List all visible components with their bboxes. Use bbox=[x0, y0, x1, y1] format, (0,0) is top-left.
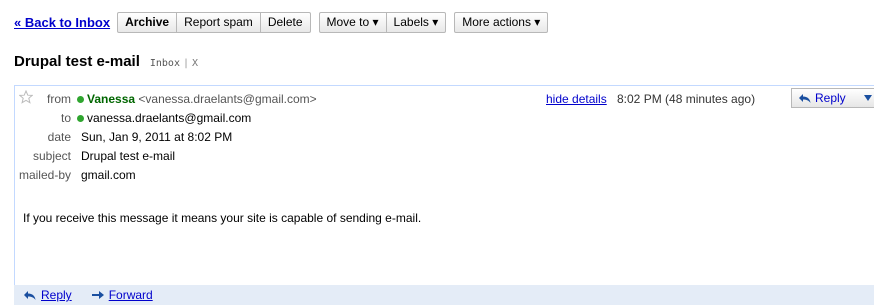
reply-button[interactable]: Reply bbox=[791, 88, 859, 108]
more-actions-group: More actions ▾ bbox=[454, 11, 549, 33]
forward-arrow-icon bbox=[91, 291, 104, 299]
label-remove-icon[interactable]: X bbox=[192, 58, 198, 69]
label-tag-separator: | bbox=[182, 58, 190, 69]
reply-arrow-icon bbox=[24, 290, 36, 300]
labels-button[interactable]: Labels ▾ bbox=[386, 11, 447, 33]
chevron-down-icon bbox=[863, 95, 872, 101]
action-button-group: Archive Report spam Delete bbox=[117, 11, 311, 33]
from-label: from bbox=[47, 92, 71, 106]
label-tag: Inbox | X bbox=[150, 58, 198, 69]
more-actions-button[interactable]: More actions ▾ bbox=[454, 11, 549, 33]
subject-value: Drupal test e-mail bbox=[81, 149, 176, 163]
to-label: to bbox=[60, 111, 71, 125]
recipient-email[interactable]: vanessa.draelants@gmail.com bbox=[87, 111, 251, 125]
conversation-toolbar: « Back to Inbox Archive Report spam Dele… bbox=[14, 11, 556, 33]
sender-name[interactable]: Vanessa bbox=[87, 92, 135, 106]
conversation-header: Drupal test e-mail Inbox | X bbox=[14, 53, 198, 70]
to-field: vanessa.draelants@gmail.com bbox=[77, 111, 251, 125]
from-field: Vanessa <vanessa.draelants@gmail.com> bbox=[77, 92, 317, 106]
reply-button-label: Reply bbox=[815, 91, 846, 105]
footer-reply[interactable]: Reply bbox=[23, 288, 72, 302]
message-body: If you receive this message it means you… bbox=[23, 211, 422, 225]
mailed-by-label: mailed-by bbox=[18, 168, 71, 182]
message-footer-bar: Reply Forward bbox=[14, 285, 874, 305]
date-label: date bbox=[47, 130, 71, 144]
presence-dot-icon bbox=[77, 115, 84, 122]
hide-details-link[interactable]: hide details bbox=[546, 92, 607, 106]
conversation-subject: Drupal test e-mail bbox=[14, 53, 140, 70]
label-button-group: Move to ▾ Labels ▾ bbox=[318, 11, 447, 33]
message-time: 8:02 PM (48 minutes ago) bbox=[617, 92, 756, 106]
reply-arrow-icon bbox=[799, 93, 811, 103]
subject-label: subject bbox=[32, 149, 71, 163]
report-spam-button[interactable]: Report spam bbox=[177, 11, 261, 33]
mailed-by-value: gmail.com bbox=[81, 168, 136, 182]
back-to-inbox-link[interactable]: « Back to Inbox bbox=[14, 15, 110, 30]
reply-options-button[interactable] bbox=[858, 88, 874, 108]
footer-forward-link[interactable]: Forward bbox=[109, 288, 153, 302]
move-to-button[interactable]: Move to ▾ bbox=[318, 11, 387, 33]
footer-forward[interactable]: Forward bbox=[91, 288, 153, 302]
archive-button[interactable]: Archive bbox=[117, 11, 178, 33]
date-value: Sun, Jan 9, 2011 at 8:02 PM bbox=[81, 130, 233, 144]
presence-dot-icon bbox=[77, 96, 84, 103]
label-tag-name[interactable]: Inbox bbox=[150, 58, 180, 69]
delete-button[interactable]: Delete bbox=[260, 11, 311, 33]
message-card: from Vanessa <vanessa.draelants@gmail.co… bbox=[14, 85, 874, 286]
sender-email: <vanessa.draelants@gmail.com> bbox=[138, 92, 317, 106]
footer-reply-link[interactable]: Reply bbox=[41, 288, 72, 302]
